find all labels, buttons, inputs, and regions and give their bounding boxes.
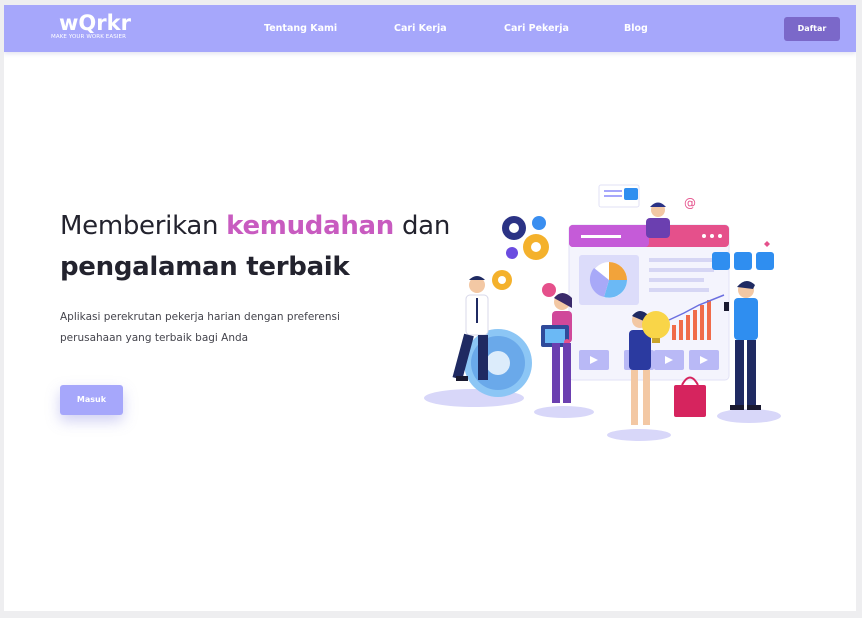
nav-link-blog[interactable]: Blog [624,23,648,34]
navbar: wQrkr MAKE YOUR WORK EASIER Tentang Kami… [4,5,856,52]
hero-description: Aplikasi perekrutan pekerja harian denga… [60,311,340,344]
hero-headline-highlight: kemudahan [226,211,395,241]
login-button[interactable]: Masuk [60,385,123,415]
nav-link-find-job[interactable]: Cari Kerja [394,23,447,34]
hero-headline-pre: Memberikan [60,211,227,241]
svg-text:@: @ [684,196,696,210]
brand-logo[interactable]: wQrkr MAKE YOUR WORK EASIER [51,12,131,41]
hero-illustration: @ [424,184,781,441]
brand-tagline: MAKE YOUR WORK EASIER [51,34,127,40]
nav-link-about[interactable]: Tentang Kami [264,23,337,34]
brand-name: wQrkr [59,11,131,35]
hero-headline-line2: pengalaman terbaik [60,252,350,282]
page-frame: wQrkr MAKE YOUR WORK EASIER Tentang Kami… [4,5,856,611]
hero-headline-line1: Memberikan kemudahan dan [60,211,450,241]
nav-link-find-worker[interactable]: Cari Pekerja [504,23,569,34]
signup-button[interactable]: Daftar [784,17,840,41]
